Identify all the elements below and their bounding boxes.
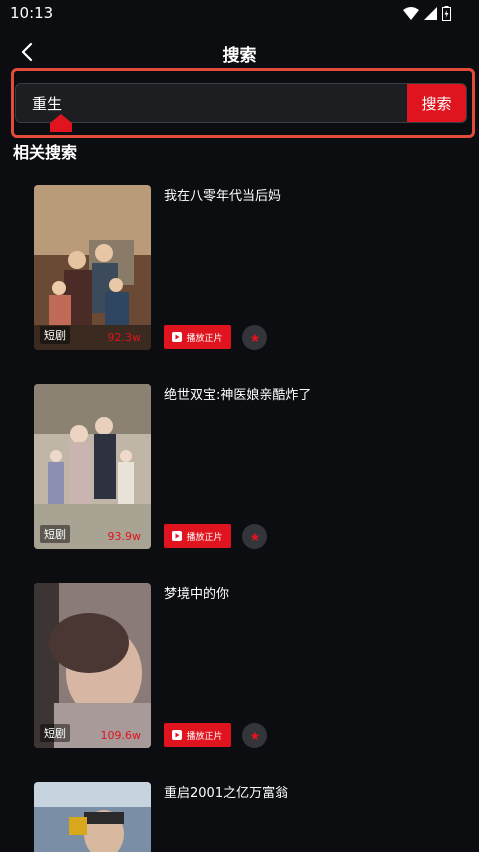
status-icons <box>403 6 451 21</box>
play-label: 播放正片 <box>186 532 223 543</box>
battery-icon <box>442 6 451 21</box>
poster-tag: 短剧 <box>40 724 70 742</box>
view-count: 109.6w <box>100 729 142 742</box>
cursor-marker-icon <box>50 114 72 132</box>
play-icon <box>172 531 183 541</box>
poster-tag: 短剧 <box>40 525 70 543</box>
search-box: 搜索 <box>15 83 467 123</box>
poster-image[interactable]: 短剧 93.9w <box>34 384 151 549</box>
favorite-button[interactable] <box>242 723 267 748</box>
search-button[interactable]: 搜索 <box>407 84 466 122</box>
result-item[interactable]: 短剧 92.3w 我在八零年代当后妈 播放正片 <box>34 185 454 350</box>
play-button[interactable]: 播放正片 <box>164 325 231 349</box>
play-button[interactable]: 播放正片 <box>164 524 231 548</box>
poster-image[interactable] <box>34 782 151 852</box>
result-title[interactable]: 我在八零年代当后妈 <box>164 185 281 204</box>
play-icon <box>172 730 183 740</box>
star-icon <box>250 333 259 342</box>
signal-icon <box>424 7 437 20</box>
poster-tag: 短剧 <box>40 326 70 344</box>
play-button[interactable]: 播放正片 <box>164 723 231 747</box>
result-item[interactable]: 短剧 93.9w 绝世双宝:神医娘亲酷炸了 播放正片 <box>34 384 454 549</box>
status-time: 10:13 <box>10 4 54 22</box>
poster-image[interactable]: 短剧 92.3w <box>34 185 151 350</box>
result-title[interactable]: 绝世双宝:神医娘亲酷炸了 <box>164 384 311 403</box>
play-icon <box>172 332 183 342</box>
section-title: 相关搜索 <box>13 143 78 162</box>
status-bar: 10:13 <box>0 0 479 28</box>
favorite-button[interactable] <box>242 325 267 350</box>
wifi-icon <box>403 7 419 20</box>
result-item[interactable]: 短剧 109.6w 梦境中的你 播放正片 <box>34 583 454 748</box>
header: 搜索 <box>0 36 479 68</box>
result-item[interactable]: 重启2001之亿万富翁 <box>34 782 454 852</box>
result-title[interactable]: 梦境中的你 <box>164 583 229 602</box>
result-title[interactable]: 重启2001之亿万富翁 <box>164 782 288 801</box>
favorite-button[interactable] <box>242 524 267 549</box>
page-title: 搜索 <box>222 46 257 66</box>
poster-image[interactable]: 短剧 109.6w <box>34 583 151 748</box>
view-count: 93.9w <box>107 530 142 543</box>
star-icon <box>250 731 259 740</box>
search-input[interactable] <box>16 84 408 122</box>
star-icon <box>250 532 259 541</box>
play-label: 播放正片 <box>186 731 223 742</box>
view-count: 92.3w <box>107 331 142 344</box>
play-label: 播放正片 <box>186 333 223 344</box>
